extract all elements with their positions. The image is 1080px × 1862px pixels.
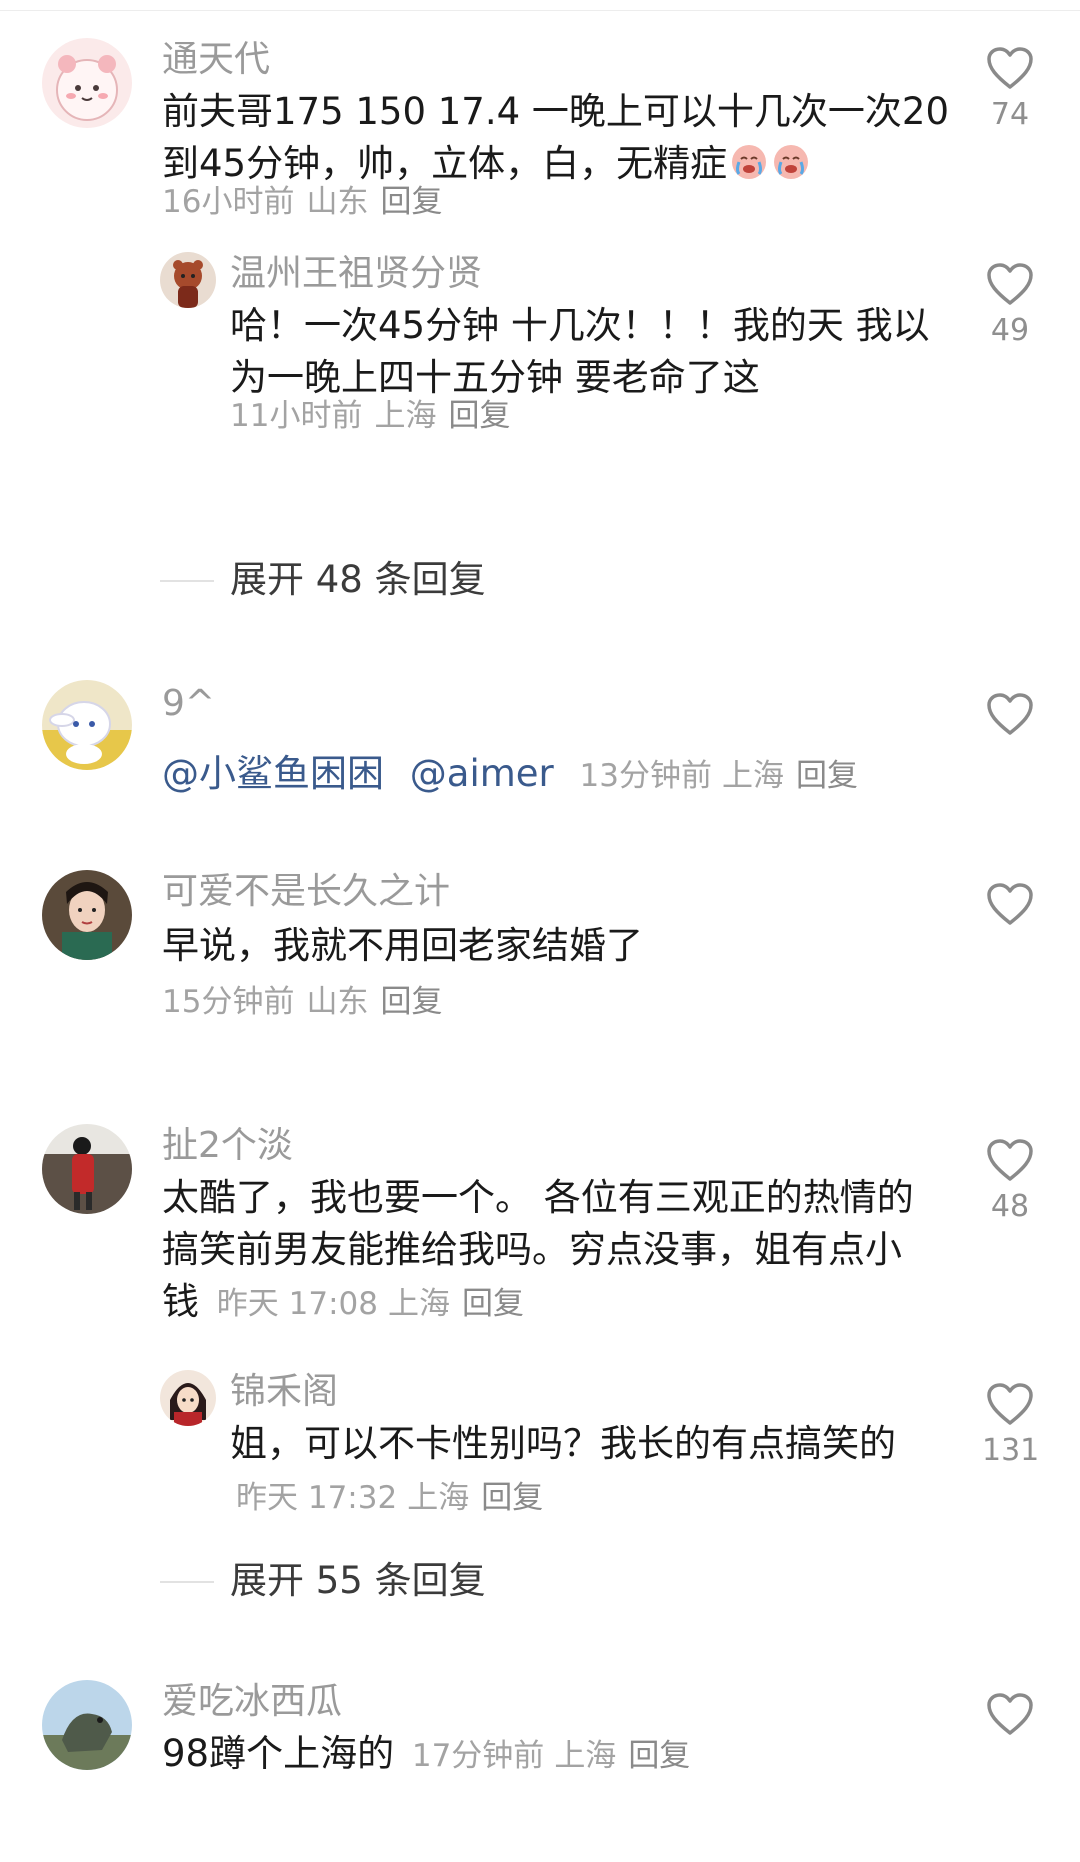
timestamp: 15分钟前 bbox=[162, 984, 295, 1020]
reply-button[interactable]: 回复 bbox=[448, 398, 510, 434]
heart-icon bbox=[987, 1139, 1033, 1181]
heart-icon bbox=[987, 1693, 1033, 1735]
username[interactable]: 锦禾阁 bbox=[230, 1372, 338, 1412]
avatar[interactable] bbox=[42, 1124, 132, 1214]
comment-text: 前夫哥175 150 17.4 一晚上可以十几次一次20到45分钟，帅，立体，白… bbox=[162, 86, 952, 190]
comment-meta: 15分钟前 山东 回复 bbox=[162, 982, 442, 1022]
username[interactable]: 扯2个淡 bbox=[162, 1126, 293, 1166]
dinosaur-statue-icon bbox=[42, 1680, 132, 1770]
location: 上海 bbox=[387, 1286, 450, 1322]
comment-text: @小鲨鱼困困 @aimer 13分钟前 上海 回复 bbox=[162, 748, 858, 802]
mention-link[interactable]: @aimer bbox=[410, 752, 554, 795]
reply-meta: 昨天 17:32 上海 回复 bbox=[236, 1480, 543, 1516]
like-count: 74 bbox=[990, 97, 1030, 132]
crying-face-icon bbox=[729, 142, 769, 182]
location: 上海 bbox=[721, 758, 784, 794]
like-count: 131 bbox=[982, 1433, 1040, 1468]
like-button[interactable] bbox=[982, 692, 1038, 736]
username[interactable]: 温州王祖贤分贤 bbox=[230, 254, 482, 294]
mention-link[interactable]: @小鲨鱼困困 bbox=[162, 752, 384, 795]
cinnamoroll-icon bbox=[42, 680, 132, 770]
like-button[interactable]: 48 bbox=[982, 1138, 1038, 1224]
like-count: 48 bbox=[990, 1189, 1030, 1224]
location: 山东 bbox=[306, 184, 369, 220]
location: 上海 bbox=[407, 1480, 470, 1516]
expand-replies-label: 展开 48 条回复 bbox=[230, 558, 486, 601]
avatar[interactable] bbox=[42, 680, 132, 770]
timestamp: 昨天 17:08 bbox=[216, 1286, 378, 1322]
username[interactable]: 爱吃冰西瓜 bbox=[162, 1682, 342, 1722]
expand-replies-label: 展开 55 条回复 bbox=[230, 1559, 486, 1602]
avatar[interactable] bbox=[42, 1680, 132, 1770]
top-divider bbox=[0, 10, 1080, 11]
reply-meta: 11小时前 上海 回复 bbox=[230, 396, 510, 436]
comment-meta: 16小时前 山东 回复 bbox=[162, 182, 442, 222]
comment-meta: 13分钟前 上海 回复 bbox=[580, 758, 858, 794]
location: 上海 bbox=[374, 398, 437, 434]
expand-divider bbox=[160, 1581, 214, 1583]
crying-face-icon bbox=[771, 142, 811, 182]
heart-icon bbox=[987, 693, 1033, 735]
reply-button[interactable]: 回复 bbox=[380, 184, 442, 220]
location: 上海 bbox=[554, 1738, 617, 1774]
portrait-icon bbox=[42, 870, 132, 960]
heart-icon bbox=[987, 883, 1033, 925]
girl-illustration-icon bbox=[160, 1370, 216, 1426]
comment-text: 太酷了，我也要一个。 各位有三观正的热情的搞笑前男友能推给我吗。穷点没事，姐有点… bbox=[162, 1172, 922, 1330]
bear-figure-icon bbox=[160, 252, 216, 308]
avatar[interactable] bbox=[160, 1370, 216, 1426]
like-button[interactable] bbox=[982, 1692, 1038, 1736]
location: 山东 bbox=[306, 984, 369, 1020]
like-button[interactable]: 49 bbox=[982, 262, 1038, 348]
reply-body: 姐，可以不卡性别吗？我长的有点搞笑的 bbox=[230, 1422, 896, 1465]
like-button[interactable] bbox=[982, 882, 1038, 926]
reply-button[interactable]: 回复 bbox=[380, 984, 442, 1020]
timestamp: 16小时前 bbox=[162, 184, 295, 220]
avatar[interactable] bbox=[160, 252, 216, 308]
timestamp: 17分钟前 bbox=[411, 1738, 545, 1774]
pink-bear-icon bbox=[42, 38, 132, 128]
username[interactable]: 可爱不是长久之计 bbox=[162, 872, 450, 912]
username[interactable]: 9^ bbox=[162, 684, 215, 724]
avatar[interactable] bbox=[42, 870, 132, 960]
comment-text: 98蹲个上海的 17分钟前 上海 回复 bbox=[162, 1728, 690, 1782]
comment-body: 98蹲个上海的 bbox=[162, 1732, 395, 1775]
like-button[interactable]: 131 bbox=[982, 1382, 1040, 1468]
expand-divider bbox=[160, 580, 214, 582]
avatar[interactable] bbox=[42, 38, 132, 128]
timestamp: 13分钟前 bbox=[579, 758, 712, 794]
comment-meta: 昨天 17:08 上海 回复 bbox=[217, 1286, 524, 1322]
reply-text: 姐，可以不卡性别吗？我长的有点搞笑的 昨天 17:32 上海 回复 bbox=[230, 1418, 930, 1524]
reply-button[interactable]: 回复 bbox=[796, 758, 858, 794]
like-count: 49 bbox=[990, 313, 1030, 348]
reply-text: 哈！一次45分钟 十几次！！！我的天 我以为一晚上四十五分钟 要老命了这 bbox=[230, 304, 930, 399]
like-button[interactable]: 74 bbox=[982, 46, 1038, 132]
heart-icon bbox=[987, 1383, 1033, 1425]
comment-body: 前夫哥175 150 17.4 一晚上可以十几次一次20到45分钟，帅，立体，白… bbox=[162, 90, 949, 185]
timestamp: 昨天 17:32 bbox=[236, 1480, 398, 1516]
comment-meta: 17分钟前 上海 回复 bbox=[412, 1738, 690, 1774]
heart-icon bbox=[987, 47, 1033, 89]
timestamp: 11小时前 bbox=[230, 398, 363, 434]
comment-text: 早说，我就不用回老家结婚了 bbox=[162, 924, 643, 967]
reply-button[interactable]: 回复 bbox=[481, 1480, 543, 1516]
standing-person-icon bbox=[42, 1124, 132, 1214]
reply-button[interactable]: 回复 bbox=[462, 1286, 524, 1322]
reply-button[interactable]: 回复 bbox=[628, 1738, 690, 1774]
heart-icon bbox=[987, 263, 1033, 305]
username[interactable]: 通天代 bbox=[162, 40, 270, 80]
